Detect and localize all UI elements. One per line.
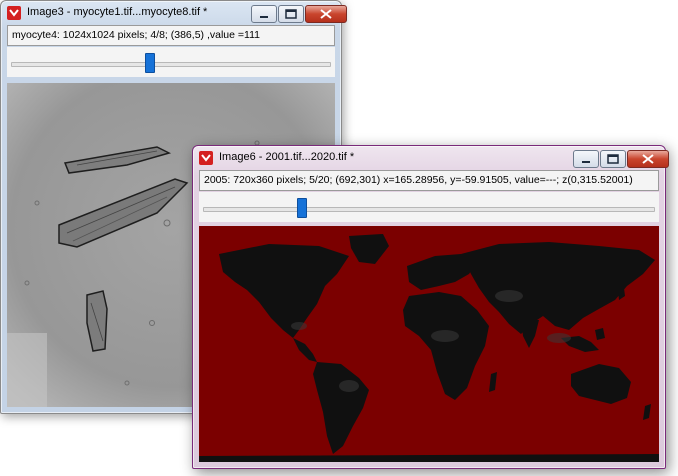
- imagej-icon: [7, 6, 21, 20]
- close-button[interactable]: [305, 5, 347, 23]
- image-info-bar: 2005: 720x360 pixels; 5/20; (692,301) x=…: [199, 170, 659, 191]
- world-map-image: [199, 226, 659, 462]
- slider-track[interactable]: [203, 207, 655, 212]
- imagej-icon: [199, 151, 213, 165]
- slice-slider[interactable]: [7, 47, 335, 77]
- image-canvas[interactable]: [199, 226, 659, 462]
- minimize-button[interactable]: [573, 150, 599, 168]
- slider-track[interactable]: [11, 62, 331, 67]
- maximize-button[interactable]: [278, 5, 304, 23]
- window-title: Image3 - myocyte1.tif...myocyte8.tif *: [27, 6, 208, 18]
- window-title: Image6 - 2001.tif...2020.tif *: [219, 151, 355, 163]
- slider-thumb[interactable]: [145, 53, 155, 73]
- slider-thumb[interactable]: [297, 198, 307, 218]
- maximize-button[interactable]: [600, 150, 626, 168]
- slice-slider[interactable]: [199, 192, 659, 222]
- close-button[interactable]: [627, 150, 669, 168]
- image-info-bar: myocyte4: 1024x1024 pixels; 4/8; (386,5)…: [7, 25, 335, 46]
- minimize-button[interactable]: [251, 5, 277, 23]
- image-window-worldmap[interactable]: Image6 - 2001.tif...2020.tif * 2005: 720…: [192, 145, 669, 469]
- title-bar[interactable]: Image6 - 2001.tif...2020.tif *: [193, 146, 669, 170]
- title-bar[interactable]: Image3 - myocyte1.tif...myocyte8.tif *: [1, 1, 347, 25]
